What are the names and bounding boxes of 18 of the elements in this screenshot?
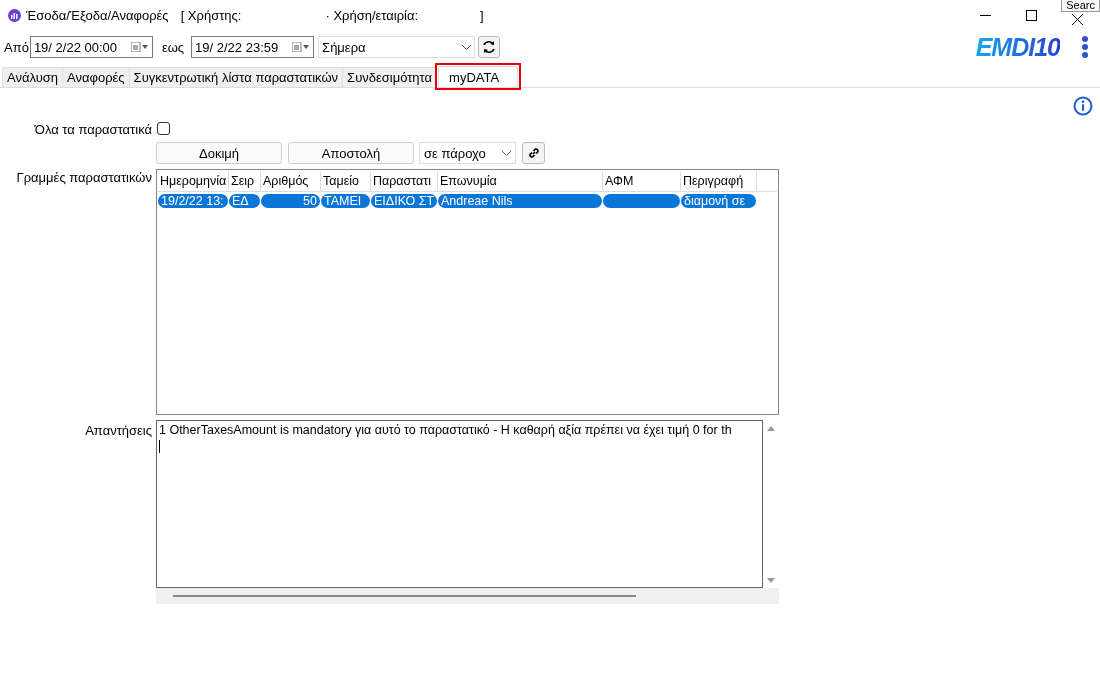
closing-bracket: ] [480,7,484,23]
table-cell: ΕΙΔΙΚΟ ΣΤ [371,194,437,208]
table-cell: Andreae Nils [438,194,602,208]
checkbox-label: Όλα τα παραστατικά [33,122,152,137]
responses-label: Απαντήσεις [84,423,152,440]
company-label: · Χρήση/εταιρία: [325,7,419,23]
table-cell: 19/2/22 13: [158,194,228,208]
table-cell: 50 [261,194,320,208]
table-cell: διαμονή σε [681,194,756,208]
table-cell: ΕΔ [229,194,260,208]
to-label: εως [161,39,185,55]
user-label: [ Χρήστης: [180,7,242,23]
from-label: Από [4,39,29,55]
table-cell: ΤΑΜΕΙ [321,194,370,208]
tooltip: Searc [1061,0,1100,12]
window-title: Έσοδα/Έξοδα/Αναφορές [26,7,169,23]
grid-label: Γραμμές παραστατικών [15,170,152,187]
response-text: 1 OtherTaxesAmount is mandatory για αυτό το παραστατικό - Η καθαρή αξία πρέπει να έχει τιμή 0 for th [159,423,732,437]
